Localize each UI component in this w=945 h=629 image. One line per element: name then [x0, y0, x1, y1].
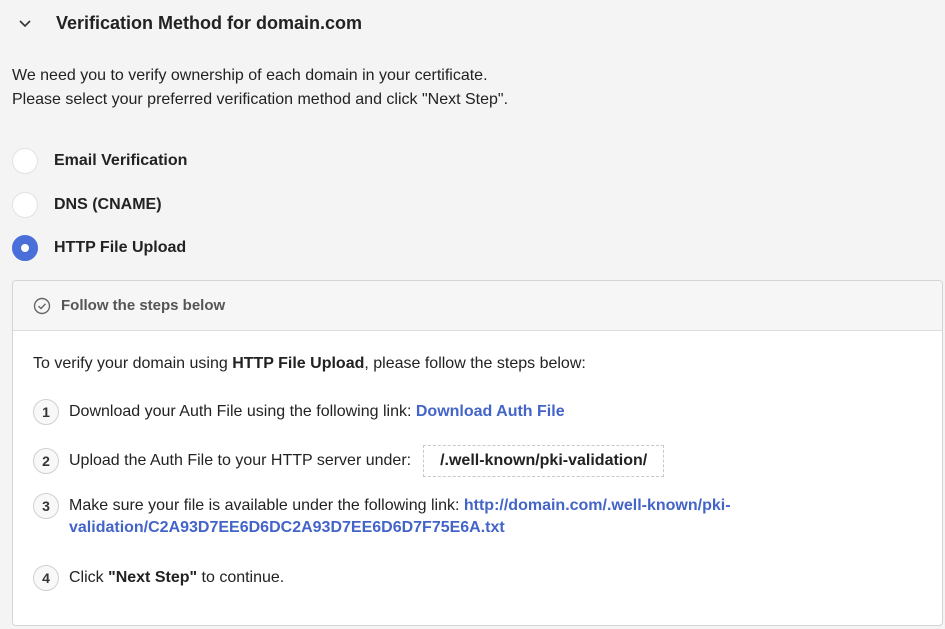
step-text: Make sure your file is available under t… [69, 493, 909, 539]
lead-suffix: , please follow the steps below: [364, 355, 586, 372]
lead-prefix: To verify your domain using [33, 355, 233, 372]
step-4: 4 Click "Next Step" to continue. [33, 565, 284, 591]
chevron-down-icon[interactable] [18, 16, 32, 30]
step-text: Click "Next Step" to continue. [69, 565, 284, 589]
step-number: 1 [33, 399, 59, 425]
step-text-plain: Make sure your file is available under t… [69, 497, 464, 514]
radio-http-file-upload[interactable]: HTTP File Upload [12, 235, 186, 261]
step-text: Upload the Auth File to your HTTP server… [69, 452, 412, 469]
intro-line-1: We need you to verify ownership of each … [12, 67, 488, 84]
check-circle-icon [33, 297, 51, 315]
radio-button[interactable] [12, 148, 38, 174]
panel-header: Follow the steps below [13, 281, 942, 331]
step-number: 4 [33, 565, 59, 591]
step-text-after: to continue. [197, 569, 285, 586]
radio-button[interactable] [12, 192, 38, 218]
radio-email-verification[interactable]: Email Verification [12, 148, 187, 174]
step-text: Download your Auth File using the follow… [69, 399, 565, 423]
server-path-box[interactable]: /.well-known/pki-validation/ [423, 445, 665, 477]
intro-line-2: Please select your preferred verificatio… [12, 91, 509, 108]
radio-dns-cname[interactable]: DNS (CNAME) [12, 192, 162, 218]
radio-label: Email Verification [54, 152, 188, 169]
radio-label: HTTP File Upload [54, 239, 187, 256]
panel-title: Follow the steps below [61, 297, 226, 314]
step-1: 1 Download your Auth File using the foll… [33, 399, 565, 425]
step-text-bold: "Next Step" [108, 569, 198, 586]
step-3: 3 Make sure your file is available under… [33, 493, 909, 539]
radio-label: DNS (CNAME) [54, 196, 162, 213]
steps-panel: Follow the steps below To verify your do… [12, 280, 943, 626]
section-header[interactable]: Verification Method for domain.com [0, 0, 945, 46]
step-text-plain: Download your Auth File using the follow… [69, 403, 416, 420]
validation-link-part-2: validation/C2A93D7EE6D6DC2A93D7EE6D6D7F7… [69, 519, 505, 536]
intro-text: We need you to verify ownership of each … [12, 64, 912, 112]
validation-link-part-1: http://domain.com/.well-known/pki- [463, 497, 731, 514]
step-number: 3 [33, 493, 59, 519]
download-auth-file-link[interactable]: Download Auth File [416, 403, 565, 420]
step-text-before: Click [69, 569, 109, 586]
section-title: Verification Method for domain.com [56, 12, 363, 33]
radio-button-selected[interactable] [12, 235, 38, 261]
panel-lead: To verify your domain using HTTP File Up… [33, 355, 586, 373]
step-2: 2 Upload the Auth File to your HTTP serv… [33, 445, 665, 477]
lead-bold: HTTP File Upload [232, 355, 365, 372]
step-number: 2 [33, 448, 59, 474]
